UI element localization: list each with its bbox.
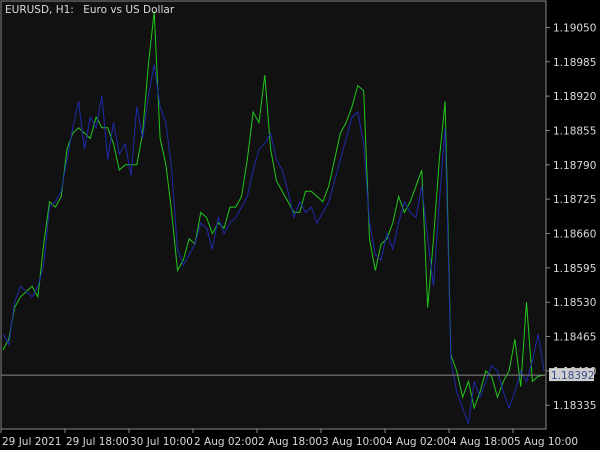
symbol-label: EURUSD, H1:: [5, 4, 74, 16]
y-tick-label: 1.18725: [553, 194, 596, 206]
x-tick-label: 30 Jul 10:00: [130, 436, 193, 448]
x-tick-label: 4 Aug 02:00: [386, 436, 450, 448]
y-tick-label: 1.18920: [553, 91, 596, 103]
x-tick-label: 2 Aug 18:00: [258, 436, 322, 448]
price-chart[interactable]: 1.19050 1.18985 1.18920 1.18855 1.18790 1.187…: [0, 0, 600, 450]
x-tick-label: 29 Jul 2021: [2, 436, 61, 448]
current-price-label: 1.18392: [549, 368, 594, 382]
x-tick-label: 29 Jul 18:00: [66, 436, 129, 448]
x-tick-label: 3 Aug 10:00: [322, 436, 386, 448]
x-tick-label: 4 Aug 18:00: [450, 436, 514, 448]
y-tick-label: 1.18335: [553, 400, 596, 412]
y-tick-label: 1.18985: [553, 57, 596, 69]
symbol-description: Euro vs US Dollar: [83, 4, 175, 16]
chart-title: EURUSD, H1: Euro vs US Dollar: [5, 4, 175, 16]
y-tick-label: 1.18595: [553, 263, 596, 275]
y-tick-label: 1.18790: [553, 160, 596, 172]
x-tick-label: 5 Aug 10:00: [514, 436, 578, 448]
y-tick-label: 1.18530: [553, 297, 596, 309]
x-tick-label: 2 Aug 02:00: [194, 436, 258, 448]
y-tick-label: 1.18855: [553, 125, 596, 137]
plot-area[interactable]: [0, 0, 547, 430]
y-tick-label: 1.18660: [553, 228, 596, 240]
current-price-value: 1.18392: [551, 370, 594, 382]
y-tick-label: 1.18465: [553, 332, 596, 344]
y-tick-label: 1.19050: [553, 22, 596, 34]
